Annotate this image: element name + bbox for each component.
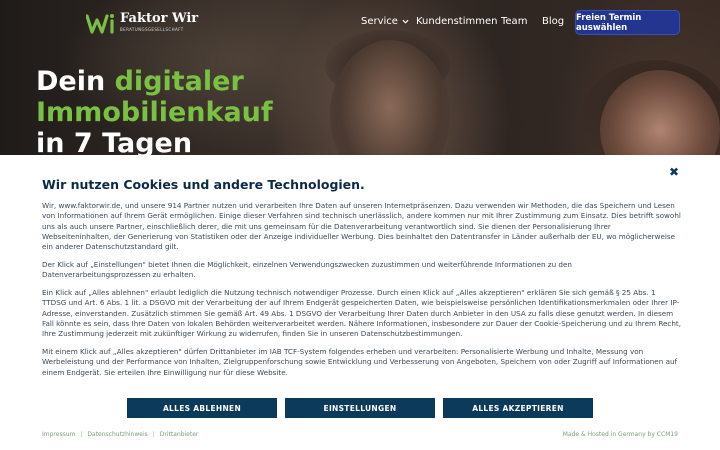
headline-line1-plain: Dein <box>36 66 115 97</box>
close-icon[interactable]: ✖ <box>667 165 681 179</box>
reject-all-button[interactable]: ALLES ABLEHNEN <box>127 398 277 418</box>
nav-item-team[interactable]: Team <box>501 16 527 27</box>
book-appointment-button[interactable]: Freien Termin auswählen <box>575 10 680 35</box>
privacy-link[interactable]: Datenschutzhinweis <box>87 431 147 438</box>
accept-all-button[interactable]: ALLES AKZEPTIEREN <box>443 398 593 418</box>
nav-item-service-label: Service <box>361 16 398 27</box>
cookie-title: Wir nutzen Cookies und andere Technologi… <box>42 177 365 192</box>
cookie-paragraph: Mit einem Klick auf „Alles akzeptieren" … <box>42 347 678 377</box>
headline-line1-accent: digitaler <box>114 66 244 97</box>
cookie-paragraph: Der Klick auf „Einstellungen" bietet Ihn… <box>42 259 572 280</box>
third-party-link[interactable]: Drittanbieter <box>160 431 199 438</box>
cookie-paragraph: Wir, www.faktorwir.de, und unsere 914 Pa… <box>42 201 681 252</box>
top-navigation: Faktor Wir BERATUNGSGESELLSCHAFT Service… <box>0 0 720 44</box>
hosted-by-text: Made & Hosted in Germany by CCM19 <box>562 431 678 438</box>
cookie-consent-banner: ✖ Wir nutzen Cookies und andere Technolo… <box>0 155 720 450</box>
cookie-text: Wir, www.faktorwir.de, und unsere 914 Pa… <box>42 201 682 385</box>
brand-subtitle: BERATUNGSGESELLSCHAFT <box>120 27 184 32</box>
nav-item-kundenstimmen[interactable]: Kundenstimmen <box>416 16 497 27</box>
brand-logo[interactable]: Faktor Wir BERATUNGSGESELLSCHAFT <box>86 12 198 34</box>
brand-name: Faktor Wir <box>120 11 199 26</box>
headline-line2-accent: Immobilienkauf <box>36 97 273 128</box>
separator: | <box>152 431 155 438</box>
settings-button[interactable]: EINSTELLUNGEN <box>285 398 435 418</box>
cookie-paragraph: Ein Klick auf „Alles ablehnen" erlaubt l… <box>42 288 682 339</box>
impressum-link[interactable]: Impressum <box>42 431 75 438</box>
logo-mark-icon <box>86 14 114 34</box>
separator: | <box>80 431 83 438</box>
hero-headline: Dein digitaler Immobilienkauf in 7 Tagen <box>36 66 273 159</box>
cookie-footer-links: Impressum | Datenschutzhinweis | Drittan… <box>42 431 198 438</box>
nav-item-service[interactable]: Service <box>361 16 409 27</box>
nav-item-blog[interactable]: Blog <box>542 16 564 27</box>
chevron-down-icon <box>402 19 409 24</box>
